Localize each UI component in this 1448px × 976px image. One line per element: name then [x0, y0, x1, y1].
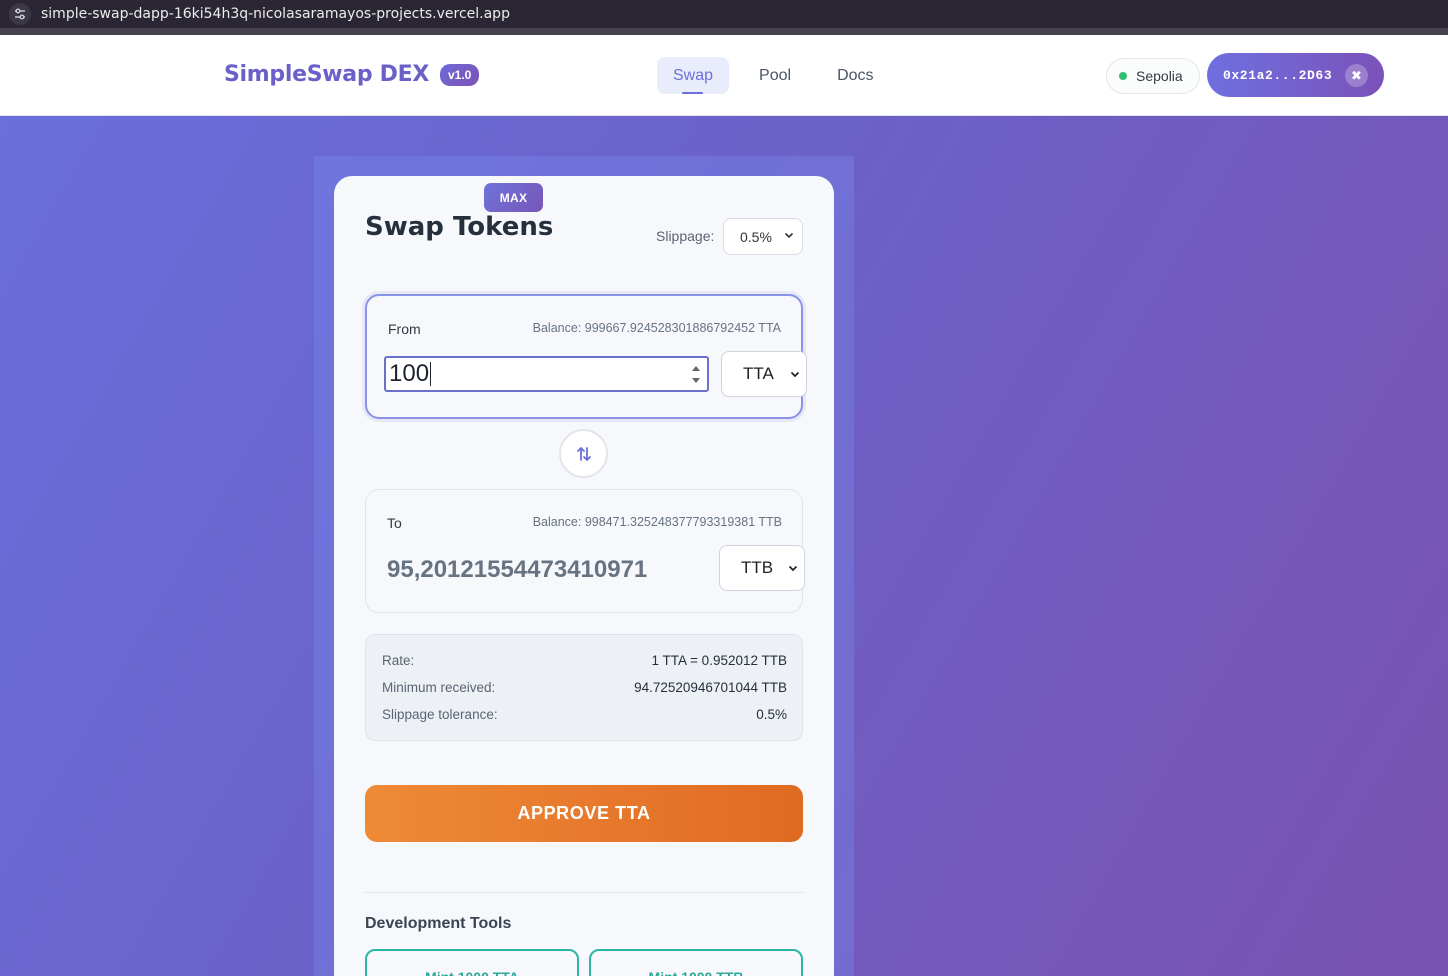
text-caret: [430, 362, 432, 386]
brand-name: SimpleSwap DEX: [224, 62, 429, 87]
detail-row-rate: Rate: 1 TTA = 0.952012 TTB: [382, 653, 787, 668]
browser-address-bar: simple-swap-dapp-16ki54h3q-nicolasaramay…: [0, 0, 1448, 28]
slippage-value: 0.5%: [740, 228, 772, 245]
swap-card: Swap Tokens Slippage: 0.5% From Balance:…: [334, 176, 834, 976]
url-text[interactable]: simple-swap-dapp-16ki54h3q-nicolasaramay…: [41, 6, 510, 22]
number-stepper-icon[interactable]: [691, 362, 701, 386]
detail-row-minimum-received: Minimum received: 94.72520946701044 TTB: [382, 680, 787, 695]
detail-value: 0.5%: [756, 707, 787, 722]
tune-icon[interactable]: [9, 3, 31, 25]
nav-tab-label: Pool: [759, 66, 792, 84]
to-label: To: [387, 515, 402, 531]
close-icon[interactable]: ✖: [1345, 64, 1368, 87]
from-token-value: TTA: [743, 364, 774, 383]
max-button[interactable]: MAX: [484, 183, 543, 212]
detail-label: Minimum received:: [382, 680, 496, 695]
from-amount-value: 100: [389, 360, 430, 387]
nav-tab-label: Docs: [837, 66, 874, 84]
chevron-down-icon: [790, 371, 800, 378]
nav-tab-pool[interactable]: Pool: [743, 57, 807, 94]
detail-label: Rate:: [382, 653, 415, 668]
to-token-value: TTB: [741, 558, 774, 577]
to-token-select[interactable]: TTB: [719, 545, 805, 591]
detail-label: Slippage tolerance:: [382, 707, 498, 722]
chevron-down-icon: [788, 565, 798, 572]
detail-row-slippage-tolerance: Slippage tolerance: 0.5%: [382, 707, 787, 722]
wallet-button[interactable]: 0x21a2...2D63 ✖: [1207, 53, 1384, 97]
version-badge: v1.0: [440, 63, 480, 86]
from-balance: Balance: 999667.924528301886792452 TTA: [532, 321, 781, 335]
brand[interactable]: SimpleSwap DEX v1.0: [224, 62, 480, 87]
nav-tab-swap[interactable]: Swap: [657, 57, 730, 94]
active-indicator: [682, 92, 703, 94]
swap-direction-button[interactable]: [559, 429, 608, 478]
status-dot-icon: [1119, 72, 1127, 80]
nav-tab-label: Swap: [673, 66, 714, 84]
detail-value: 1 TTA = 0.952012 TTB: [651, 653, 787, 668]
slippage-label: Slippage:: [656, 228, 715, 244]
browser-tab-strip: [0, 28, 1448, 35]
network-name: Sepolia: [1136, 68, 1183, 84]
divider: [365, 892, 803, 893]
from-panel: From Balance: 999667.924528301886792452 …: [365, 294, 807, 419]
page-title: Swap Tokens: [365, 212, 554, 242]
slippage-select[interactable]: 0.5%: [723, 218, 803, 255]
main-nav: Swap Pool Docs: [657, 57, 904, 94]
app-header: SimpleSwap DEX v1.0 Swap Pool Docs Sepol…: [0, 35, 1448, 116]
to-panel: To Balance: 998471.325248377793319381 TT…: [365, 489, 805, 613]
detail-value: 94.72520946701044 TTB: [634, 680, 787, 695]
dev-tools-title: Development Tools: [365, 915, 512, 932]
mint-ttb-button[interactable]: Mint 1000 TTB: [589, 949, 803, 976]
from-label: From: [388, 321, 421, 337]
swap-details: Rate: 1 TTA = 0.952012 TTB Minimum recei…: [365, 634, 803, 741]
to-amount-output: 95,20121554473410971: [387, 556, 648, 583]
to-balance: Balance: 998471.325248377793319381 TTB: [532, 515, 782, 529]
swap-vertical-icon: [576, 446, 591, 461]
from-amount-input[interactable]: 100: [384, 356, 709, 392]
wallet-address: 0x21a2...2D63: [1223, 67, 1333, 83]
nav-tab-docs[interactable]: Docs: [821, 57, 889, 94]
from-token-select[interactable]: TTA: [721, 351, 807, 397]
chevron-down-icon: [784, 232, 794, 239]
approve-button[interactable]: APPROVE TTA: [365, 785, 803, 842]
network-badge: Sepolia: [1106, 58, 1200, 94]
mint-tta-button[interactable]: Mint 1000 TTA: [365, 949, 579, 976]
